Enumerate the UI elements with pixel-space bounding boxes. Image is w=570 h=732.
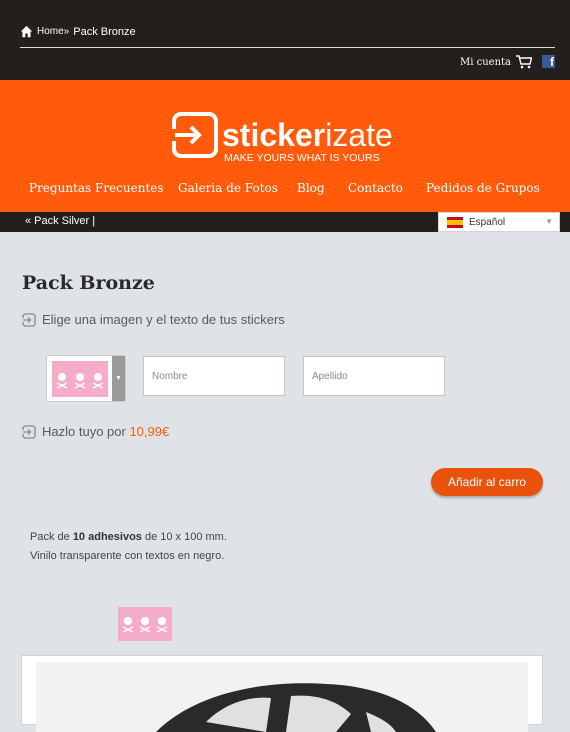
breadcrumb-current: Pack Bronze <box>73 25 136 38</box>
language-select[interactable]: Español ▼ <box>438 212 560 232</box>
nav-blog[interactable]: Blog <box>297 181 325 195</box>
logo[interactable]: stickerizate MAKE YOURS WHAT IS YOURS <box>172 111 404 166</box>
page-title: Pack Bronze <box>22 272 155 294</box>
price: 10,99€ <box>129 424 170 439</box>
header: stickerizate MAKE YOURS WHAT IS YOURS Pr… <box>0 80 570 212</box>
step-choose: Elige una imagen y el texto de tus stick… <box>22 312 285 327</box>
chevron-down-icon: ▼ <box>545 217 553 226</box>
my-account-link[interactable]: Mi cuenta <box>460 57 511 68</box>
last-name-input[interactable] <box>303 356 445 396</box>
cart-icon[interactable] <box>516 55 532 69</box>
nav-contact[interactable]: Contacto <box>348 181 403 195</box>
nav-faq[interactable]: Preguntas Frecuentes <box>29 181 164 195</box>
top-bar: Home» Pack Bronze Mi cuenta f <box>0 0 570 80</box>
main-content: Pack Bronze Elige una imagen y el texto … <box>0 232 570 732</box>
skull-sticker-thumbnail <box>52 361 108 397</box>
first-name-input[interactable] <box>143 356 285 396</box>
logo-brand: stickerizate <box>222 117 393 153</box>
breadcrumb-home-link[interactable]: Home» <box>37 26 69 37</box>
breadcrumb: Home» Pack Bronze <box>20 25 136 38</box>
product-description: Pack de 10 adhesivos de 10 x 100 mm. Vin… <box>30 531 227 562</box>
helmet-photo <box>36 662 528 732</box>
step-arrow-icon <box>22 424 36 439</box>
step-choose-label: Elige una imagen y el texto de tus stick… <box>42 312 285 327</box>
dropdown-arrow-icon[interactable]: ▼ <box>112 356 125 401</box>
facebook-icon[interactable]: f <box>542 55 555 69</box>
nav-group-orders[interactable]: Pedidos de Grupos <box>426 181 540 195</box>
logo-tagline: MAKE YOURS WHAT IS YOURS <box>224 152 380 164</box>
skull-sticker-image <box>118 607 172 641</box>
add-to-cart-button[interactable]: Añadir al carro <box>431 468 543 496</box>
home-icon[interactable] <box>20 25 33 38</box>
product-photo-card <box>21 655 543 732</box>
step-price: Hazlo tuyo por 10,99€ <box>22 424 169 439</box>
divider <box>20 47 555 48</box>
step-arrow-icon <box>22 312 36 327</box>
prev-product-link[interactable]: « Pack Silver | <box>25 215 95 227</box>
language-label: Español <box>469 217 506 228</box>
nav-gallery[interactable]: Galeria de Fotos <box>178 181 278 195</box>
image-select[interactable]: ▼ <box>46 355 126 402</box>
step-price-label: Hazlo tuyo por 10,99€ <box>42 424 170 439</box>
spain-flag-icon <box>447 217 463 228</box>
